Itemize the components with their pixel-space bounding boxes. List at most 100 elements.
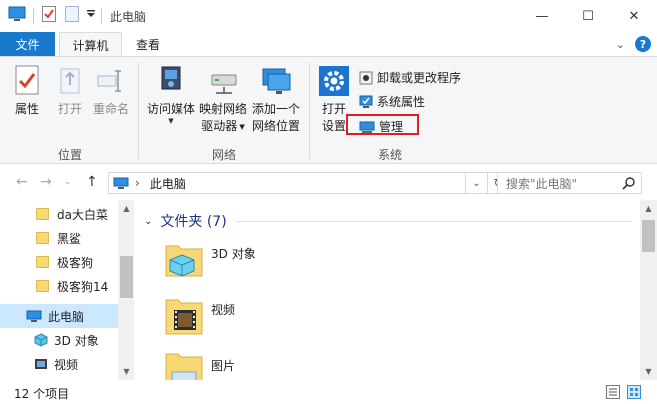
- search-placeholder: 搜索"此电脑": [506, 176, 578, 191]
- open-icon: [60, 68, 80, 94]
- video-icon: [35, 359, 47, 369]
- add-location-label-2: 网络位置: [251, 119, 300, 133]
- add-location-label-1: 添加一个: [251, 102, 300, 116]
- address-row: ← → ⌄ ↑ › 此电脑 ⌄ ↻ 搜索"此电脑": [0, 165, 657, 200]
- folder-name[interactable]: 3D 对象: [211, 245, 256, 262]
- close-button[interactable]: ✕: [611, 0, 657, 32]
- nav-pane-scroll-thumb[interactable]: [120, 256, 133, 298]
- scroll-down-icon[interactable]: ▼: [118, 363, 135, 380]
- scroll-down-icon[interactable]: ▼: [640, 363, 657, 380]
- address-bar[interactable]: › 此电脑: [108, 172, 466, 194]
- map-network-drive-button[interactable]: 映射网络 驱动器 ▼: [197, 65, 249, 135]
- chevron-down-icon: ⌄: [144, 215, 153, 227]
- sidebar-item-label: 黑鲨: [57, 231, 82, 246]
- address-dropdown-icon[interactable]: ⌄: [466, 172, 488, 194]
- section-title: 文件夹 (7): [160, 214, 227, 230]
- group-label-network: 网络: [212, 148, 237, 162]
- this-pc-icon: [26, 310, 42, 322]
- system-properties-label: 系统属性: [377, 95, 426, 109]
- tab-computer[interactable]: 计算机: [59, 32, 122, 57]
- open-button[interactable]: 打开: [55, 65, 85, 118]
- item-count: 12 个项目: [14, 387, 70, 401]
- sidebar-item-label: 3D 对象: [54, 333, 99, 348]
- sidebar-item-jikegou[interactable]: 极客狗: [0, 250, 118, 274]
- content-pane: ⌄ 文件夹 (7) 3D 对象 视频 图片: [134, 200, 640, 391]
- new-folder-quick-icon[interactable]: [65, 6, 79, 22]
- sidebar-item-label: 视频: [54, 357, 79, 372]
- help-icon[interactable]: ?: [635, 36, 651, 52]
- folder-icon: [36, 232, 49, 244]
- group-label-system: 系统: [378, 148, 403, 162]
- minimize-button[interactable]: —: [519, 0, 565, 32]
- breadcrumb-chevron-icon[interactable]: ›: [135, 176, 140, 190]
- window-title: 此电脑: [110, 10, 147, 24]
- sidebar-item-3d-objects[interactable]: 3D 对象: [0, 328, 118, 352]
- properties-icon: [15, 65, 39, 95]
- content-scroll-thumb[interactable]: [642, 220, 655, 252]
- folder-icon: [36, 256, 49, 268]
- access-media-dropdown-icon: ▼: [168, 117, 174, 125]
- 3d-objects-folder-icon[interactable]: [164, 240, 204, 280]
- properties-button[interactable]: 属性: [12, 65, 42, 118]
- section-header-folders[interactable]: ⌄ 文件夹 (7): [144, 211, 227, 231]
- sidebar-item-label: 极客狗14: [57, 279, 109, 294]
- search-input[interactable]: 搜索"此电脑": [497, 172, 642, 194]
- ribbon: 属性 打开 重命名 位置 访问媒体 ▼ 映射网络 驱动器 ▼ 添加一个 网络位置…: [0, 56, 657, 164]
- videos-folder-icon[interactable]: [164, 296, 204, 336]
- sidebar-item-this-pc[interactable]: 此电脑: [0, 304, 118, 328]
- system-properties-button[interactable]: 系统属性: [359, 93, 425, 110]
- section-divider: [236, 221, 632, 222]
- forward-arrow-icon[interactable]: →: [40, 174, 52, 190]
- content-scrollbar[interactable]: ▲ ▼: [640, 200, 657, 380]
- properties-quick-icon[interactable]: [42, 6, 56, 22]
- uninstall-icon: [359, 71, 373, 84]
- open-label: 打开: [57, 102, 82, 116]
- add-network-location-button[interactable]: 添加一个 网络位置: [250, 65, 302, 135]
- gear-icon: [319, 66, 349, 96]
- network-location-icon: [262, 68, 291, 94]
- uninstall-program-button[interactable]: 卸载或更改程序: [359, 69, 461, 86]
- breadcrumb[interactable]: 此电脑: [150, 175, 186, 192]
- sidebar-item-label: 此电脑: [48, 309, 85, 324]
- manage-highlight-box: [346, 114, 419, 135]
- navigation-pane: da大白菜 黑鲨 极客狗 极客狗14 此电脑 3D 对象 视频 ▲ ▼: [0, 200, 135, 380]
- open-settings-label-2: 设置: [321, 119, 346, 133]
- up-arrow-icon[interactable]: ↑: [86, 174, 98, 190]
- sidebar-item-jikegou14[interactable]: 极客狗14: [0, 274, 118, 298]
- scroll-up-icon[interactable]: ▲: [640, 200, 657, 217]
- back-arrow-icon[interactable]: ←: [16, 174, 28, 190]
- scroll-up-icon[interactable]: ▲: [118, 200, 135, 217]
- 3d-cube-icon: [34, 333, 48, 347]
- large-icons-view-icon[interactable]: [627, 385, 641, 399]
- network-drive-icon: [211, 74, 237, 94]
- folder-icon: [36, 280, 49, 292]
- sidebar-item-label: 极客狗: [57, 255, 94, 270]
- map-drive-label-2: 驱动器: [201, 119, 238, 133]
- this-pc-address-icon: [113, 177, 129, 189]
- sidebar-item-label: da大白菜: [57, 207, 108, 222]
- access-media-button[interactable]: 访问媒体 ▼: [144, 65, 198, 125]
- maximize-button[interactable]: ☐: [565, 0, 611, 32]
- sidebar-item-heisha[interactable]: 黑鲨: [0, 226, 118, 250]
- folder-name[interactable]: 图片: [211, 357, 235, 374]
- uninstall-label: 卸载或更改程序: [377, 71, 462, 85]
- tab-file[interactable]: 文件: [0, 32, 55, 56]
- folder-name[interactable]: 视频: [211, 301, 235, 318]
- sidebar-item-videos[interactable]: 视频: [0, 352, 118, 376]
- this-pc-icon: [8, 6, 26, 22]
- system-properties-icon: [359, 95, 373, 108]
- chevron-down-icon[interactable]: ⌄: [616, 38, 625, 51]
- recent-locations-chevron-icon[interactable]: ⌄: [64, 177, 72, 187]
- quick-access-dropdown-icon[interactable]: [86, 10, 96, 18]
- sidebar-item-dadabaicai[interactable]: da大白菜: [0, 202, 118, 226]
- map-drive-label-1: 映射网络: [198, 102, 247, 116]
- search-icon: [622, 177, 635, 190]
- media-icon: [161, 66, 181, 90]
- tab-view[interactable]: 查看: [126, 32, 170, 56]
- rename-button[interactable]: 重命名: [92, 65, 130, 118]
- nav-pane-scrollbar[interactable]: ▲ ▼: [118, 200, 135, 380]
- rename-icon: [97, 70, 121, 92]
- rename-label: 重命名: [92, 102, 129, 116]
- details-view-icon[interactable]: [606, 385, 620, 399]
- status-bar: 12 个项目: [0, 380, 657, 404]
